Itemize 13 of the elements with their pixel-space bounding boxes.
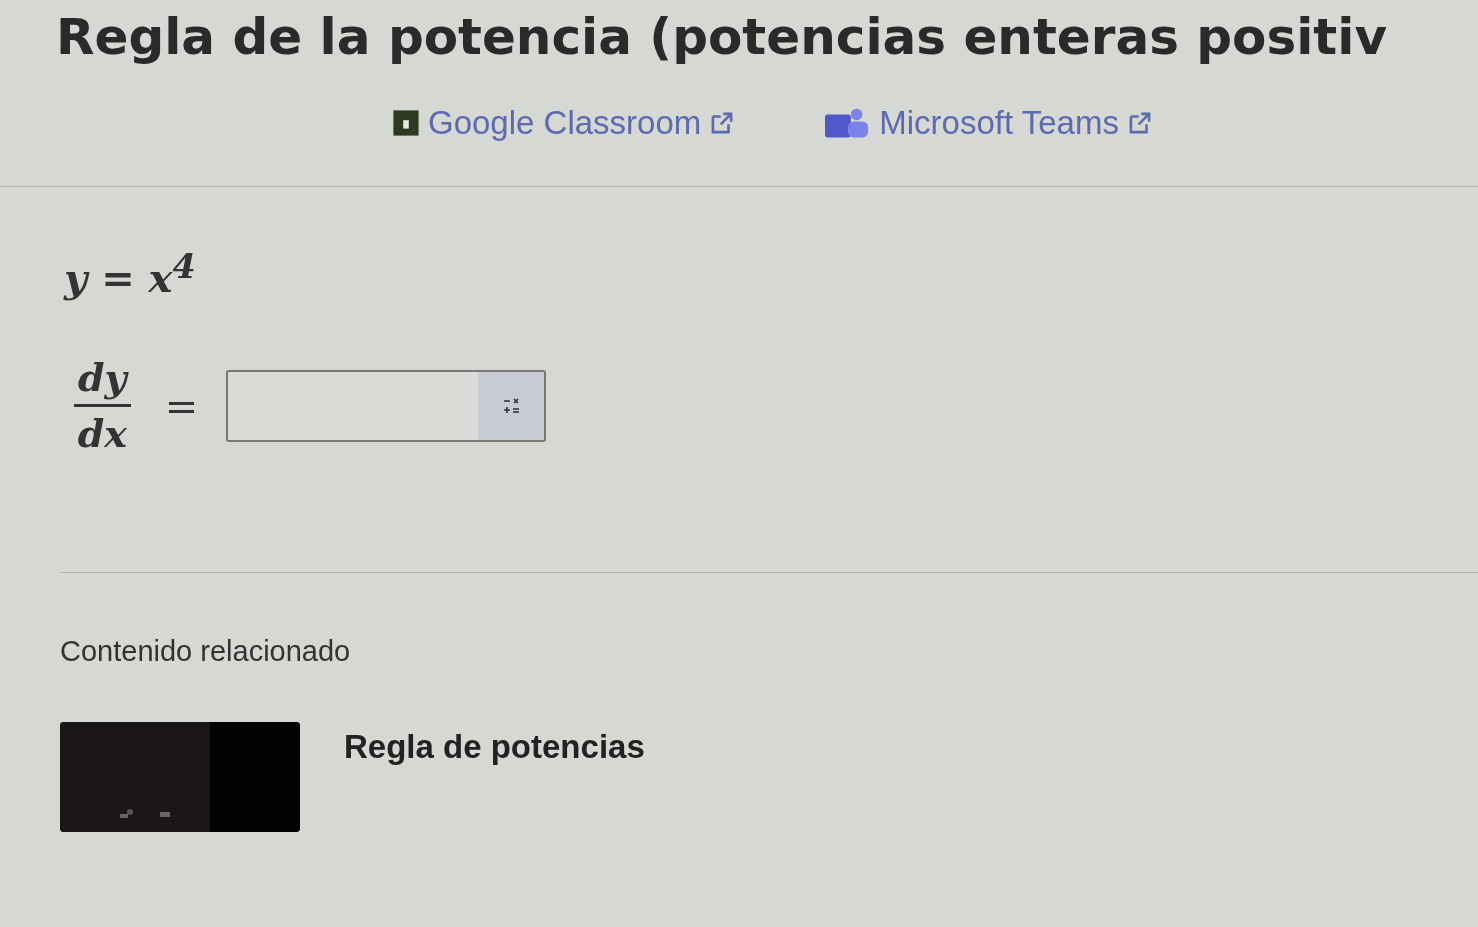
page-title: Regla de la potencia (potencias enteras positiv — [55, 7, 1388, 68]
answer-field[interactable] — [226, 369, 547, 442]
share-link[interactable]: Microsoft Teams — [825, 104, 1153, 142]
math-keypad-button[interactable] — [478, 371, 545, 440]
board-icon — [392, 109, 420, 137]
share-link[interactable]: Google Classroom — [392, 104, 736, 142]
equals-sign: = — [164, 382, 199, 429]
section-heading: Contenido relacionado — [60, 635, 352, 669]
equation: y = x$^{4}$ — [64, 247, 197, 302]
fraction-numerator: dy — [74, 355, 131, 408]
fraction-denominator: dx — [77, 410, 127, 457]
operators-icon — [501, 395, 522, 416]
related-link[interactable]: Regla de potencias — [344, 728, 645, 767]
